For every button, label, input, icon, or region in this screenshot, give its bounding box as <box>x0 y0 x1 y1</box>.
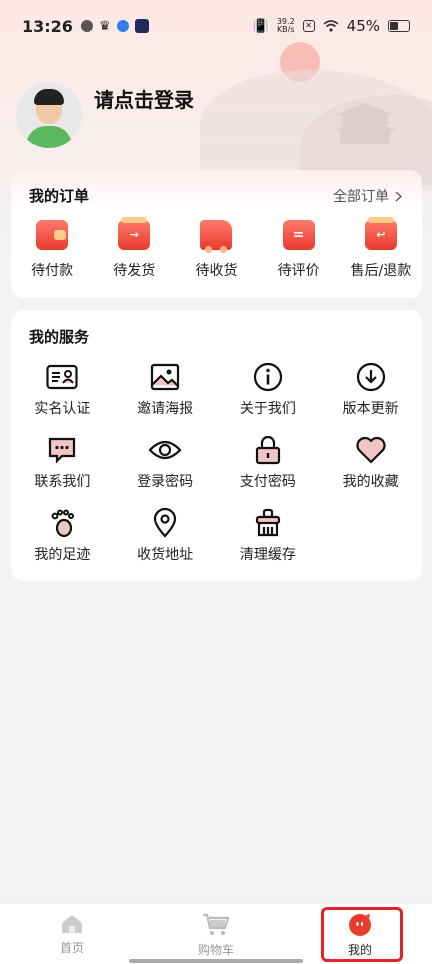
service-item-favorites[interactable]: 我的收藏 <box>319 435 422 508</box>
app-notification-icon <box>116 20 129 32</box>
service-item-invite-poster[interactable]: 邀请海报 <box>114 362 217 435</box>
service-label: 邀请海报 <box>137 401 194 417</box>
info-icon <box>251 362 285 392</box>
status-time: 13:26 <box>22 16 73 36</box>
battery-icon <box>388 20 410 32</box>
tab-mine[interactable]: 我的 <box>288 904 432 964</box>
service-label: 清理缓存 <box>239 547 296 563</box>
net-speed-unit: KB/s <box>276 25 295 34</box>
download-icon <box>354 362 388 392</box>
location-icon <box>148 508 182 538</box>
orders-title: 我的订单 <box>29 187 90 205</box>
service-item-real-name[interactable]: 实名认证 <box>11 362 114 435</box>
services-card: 我的服务 实名认证 邀请海报 关于我们 版本更新 联系我们 登录密码 支付密码 … <box>11 310 422 581</box>
review-icon: = <box>282 220 315 250</box>
order-item-pending-review[interactable]: = 待评价 <box>258 220 340 280</box>
broom-icon <box>251 508 285 538</box>
tab-label: 购物车 <box>197 943 234 957</box>
service-label: 收货地址 <box>137 547 194 563</box>
footprint-icon <box>45 508 79 538</box>
image-icon <box>148 362 182 392</box>
notification-icons: ♛ <box>80 18 149 34</box>
service-item-clear-cache[interactable]: 清理缓存 <box>217 508 320 581</box>
order-status-row: 待付款 → 待发货 待收货 = 待评价 ↩ 售后/退款 <box>11 217 422 280</box>
service-item-login-password[interactable]: 登录密码 <box>114 435 217 508</box>
wallet-icon <box>36 220 69 250</box>
service-label: 我的收藏 <box>342 474 399 490</box>
service-item-about-us[interactable]: 关于我们 <box>217 362 320 435</box>
service-item-address[interactable]: 收货地址 <box>114 508 217 581</box>
order-label: 待收货 <box>195 263 238 279</box>
order-item-refund[interactable]: ↩ 售后/退款 <box>340 217 422 280</box>
order-item-pending-receipt[interactable]: 待收货 <box>175 220 257 280</box>
avatar[interactable] <box>16 82 82 148</box>
user-face-icon <box>349 914 371 936</box>
heart-icon <box>354 435 388 465</box>
profile-section[interactable]: 请点击登录 <box>16 82 194 148</box>
service-label: 支付密码 <box>239 474 296 490</box>
id-card-icon <box>45 362 79 392</box>
order-label: 售后/退款 <box>350 263 412 279</box>
service-item-contact-us[interactable]: 联系我们 <box>11 435 114 508</box>
home-icon <box>62 915 82 933</box>
app-notification-icon <box>134 19 149 33</box>
service-item-pay-password[interactable]: 支付密码 <box>217 435 320 508</box>
all-orders-link[interactable]: 全部订单 <box>333 186 402 206</box>
service-label: 联系我们 <box>34 474 91 490</box>
status-bar: 13:26 ♛ 📳 39.2 KB/s ✕ 45% <box>0 0 432 52</box>
services-title: 我的服务 <box>29 328 90 346</box>
vibrate-icon: 📳 <box>252 18 269 34</box>
bottom-tab-bar: 首页 购物车 我的 <box>0 903 432 964</box>
order-item-pending-shipment[interactable]: → 待发货 <box>93 217 175 280</box>
service-label: 登录密码 <box>137 474 194 490</box>
pagoda-decoration <box>332 103 398 144</box>
service-label: 我的足迹 <box>34 547 91 563</box>
order-label: 待付款 <box>31 263 74 279</box>
lock-icon <box>251 435 285 465</box>
service-label: 关于我们 <box>239 401 296 417</box>
sim-icon: ✕ <box>302 20 315 32</box>
battery-percent: 45% <box>346 17 380 35</box>
eye-icon <box>148 435 182 465</box>
tab-label: 首页 <box>59 941 84 955</box>
cart-icon <box>203 913 230 935</box>
home-indicator[interactable] <box>129 959 303 963</box>
tab-home[interactable]: 首页 <box>0 904 144 964</box>
wifi-icon <box>323 20 339 32</box>
net-speed: 39.2 KB/s <box>277 18 295 34</box>
chevron-right-icon <box>395 190 402 202</box>
service-item-version-update[interactable]: 版本更新 <box>319 362 422 435</box>
tab-cart[interactable]: 购物车 <box>144 904 288 964</box>
login-prompt[interactable]: 请点击登录 <box>94 84 194 113</box>
crown-icon: ♛ <box>98 18 111 34</box>
chat-icon <box>45 435 79 465</box>
orders-card: 我的订单 全部订单 待付款 → 待发货 待收货 = 待评价 ↩ 售后/退款 <box>11 170 422 298</box>
truck-icon <box>200 220 233 253</box>
order-label: 待评价 <box>277 263 320 279</box>
all-orders-label[interactable]: 全部订单 <box>333 186 389 206</box>
order-item-pending-payment[interactable]: 待付款 <box>11 220 93 280</box>
order-label: 待发货 <box>113 263 156 279</box>
refund-icon: ↩ <box>364 217 397 250</box>
services-grid: 实名认证 邀请海报 关于我们 版本更新 联系我们 登录密码 支付密码 我的收藏 … <box>11 362 422 581</box>
service-label: 实名认证 <box>34 401 91 417</box>
service-label: 版本更新 <box>342 401 399 417</box>
ship-box-icon: → <box>118 217 151 250</box>
tab-label: 我的 <box>347 943 372 957</box>
service-item-footprints[interactable]: 我的足迹 <box>11 508 114 581</box>
app-notification-icon <box>80 20 93 32</box>
